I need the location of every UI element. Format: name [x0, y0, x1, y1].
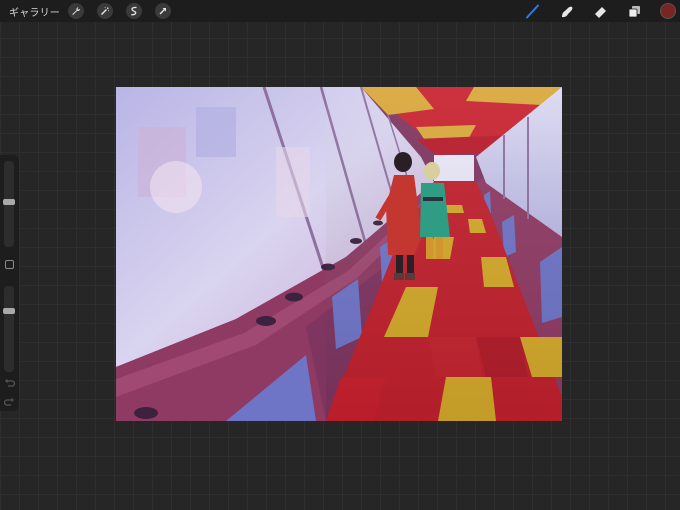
- eraser-icon: [594, 6, 606, 18]
- smudge-button[interactable]: [558, 3, 574, 19]
- gallery-button[interactable]: ギャラリー: [9, 4, 60, 19]
- redo-icon[interactable]: [4, 396, 15, 407]
- brush-size-slider[interactable]: [3, 161, 15, 247]
- brush-size-thumb[interactable]: [3, 199, 15, 205]
- undo-icon[interactable]: [4, 377, 15, 388]
- eraser-button[interactable]: [592, 3, 608, 19]
- top-toolbar: ギャラリー: [0, 0, 680, 22]
- brush-button[interactable]: [524, 3, 540, 19]
- drawing-canvas[interactable]: [116, 87, 562, 421]
- left-sidebar: [0, 155, 19, 411]
- transform-button[interactable]: [155, 3, 171, 19]
- layers-icon: [628, 5, 640, 17]
- artwork-illustration: [116, 87, 562, 421]
- actions-button[interactable]: [68, 3, 84, 19]
- brush-icon: [525, 4, 539, 18]
- magic-wand-icon: [101, 6, 110, 15]
- modify-button[interactable]: [5, 260, 14, 269]
- selection-button[interactable]: [126, 3, 142, 19]
- adjustments-button[interactable]: [97, 3, 113, 19]
- smudge-icon: [561, 6, 572, 17]
- opacity-thumb[interactable]: [3, 308, 15, 314]
- transform-arrow-icon: [159, 8, 166, 15]
- wrench-icon: [72, 7, 81, 15]
- color-swatch[interactable]: [660, 3, 676, 19]
- opacity-slider[interactable]: [3, 286, 15, 372]
- selection-icon: [131, 6, 137, 16]
- layers-button[interactable]: [626, 3, 642, 19]
